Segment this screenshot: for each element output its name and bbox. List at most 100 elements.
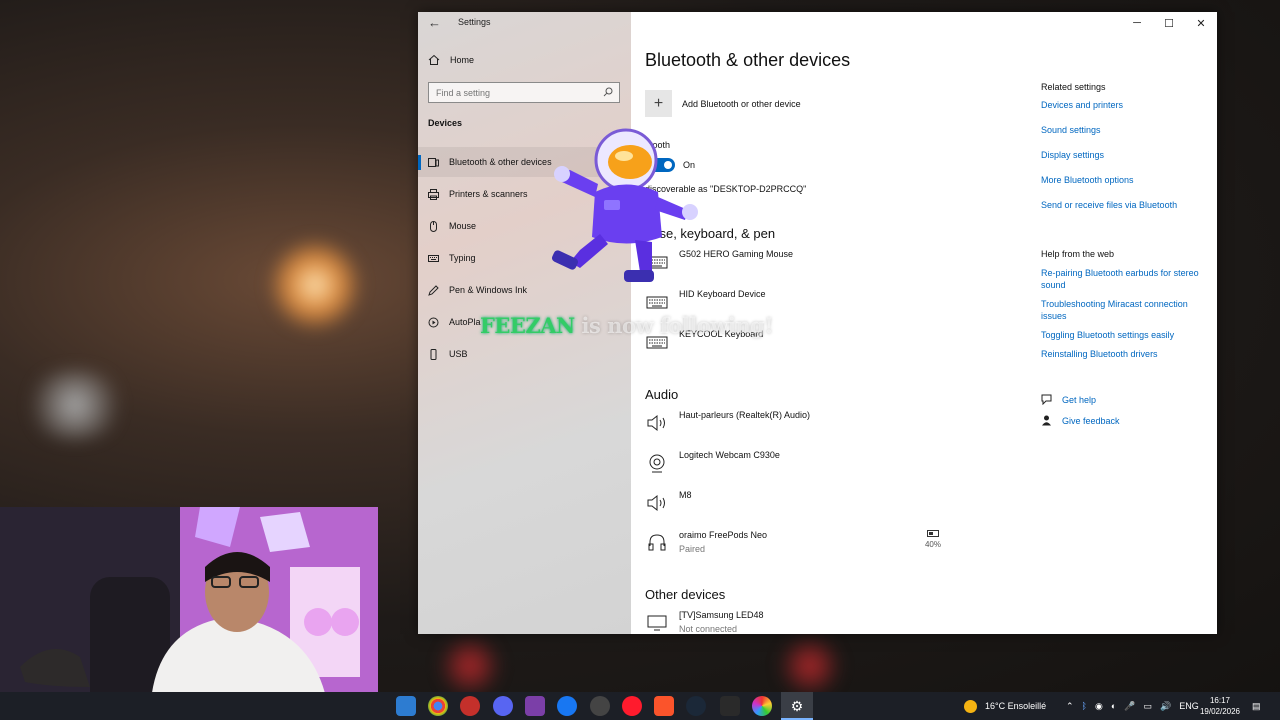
network-icon[interactable]: ▭ (1143, 701, 1152, 712)
clock-time: 16:17 (1209, 696, 1231, 705)
weather-text: 16°C Ensoleillé (985, 701, 1047, 711)
section-label: Devices (428, 118, 463, 128)
microphone-icon[interactable]: 🎤 (1124, 701, 1135, 712)
sun-icon (964, 699, 977, 713)
give-feedback-link[interactable]: Give feedback (1041, 415, 1120, 426)
device-name: Haut-parleurs (Realtek(R) Audio) (679, 410, 811, 420)
tray-app-icon[interactable]: ◐ (1111, 701, 1116, 711)
device-name: M8 (679, 490, 692, 500)
home-icon (428, 54, 440, 65)
bluetooth-devices-icon (428, 157, 439, 167)
sidebar-item-usb[interactable]: USB (418, 339, 631, 369)
settings-gear-icon[interactable]: ⚙ (787, 696, 807, 716)
speaker-icon (647, 494, 665, 512)
help-title: Help from the web (1041, 249, 1115, 259)
usb-icon (430, 348, 437, 360)
volume-icon[interactable]: 🔊 (1160, 701, 1171, 712)
device-item[interactable]: M8 (645, 490, 692, 514)
brave-app-icon[interactable] (654, 696, 674, 716)
device-item[interactable]: HID Keyboard Device (645, 289, 766, 313)
app-title: Settings (458, 17, 491, 27)
sidebar-item-label: AutoPla (449, 317, 481, 327)
obs-app-icon[interactable] (590, 696, 610, 716)
clock-date: 19/02/2026 (1199, 707, 1241, 716)
search-input[interactable] (436, 87, 596, 98)
give-feedback-label: Give feedback (1062, 415, 1120, 426)
related-link[interactable]: Display settings (1041, 150, 1211, 161)
sidebar-item-label: Printers & scanners (449, 189, 528, 199)
notification-center-icon: ▤ (1252, 700, 1261, 711)
feedback-icon (1042, 415, 1051, 426)
sidebar-item-label: Typing (449, 253, 476, 263)
window-controls: ─ ☐ ✕ (1121, 12, 1217, 34)
help-from-web: Help from the web Re-pairing Bluetooth e… (1041, 249, 1211, 367)
device-name: oraimo FreePods Neo (679, 530, 768, 540)
sidebar-item-label: Pen & Windows Ink (449, 285, 528, 295)
webcam-icon (649, 454, 665, 473)
astronaut-sticker (551, 128, 698, 282)
find-setting-search[interactable] (428, 82, 620, 103)
keyboard-icon (428, 254, 439, 262)
follow-alert: FEEZAN is now following! (480, 313, 774, 338)
device-item[interactable]: oraimo FreePods Neo Paired (645, 530, 767, 554)
device-name: [TV]Samsung LED48 (679, 610, 764, 620)
chat-help-icon (1041, 394, 1052, 405)
group-title-other-devices: Other devices (645, 587, 726, 602)
follow-text: is now following! (574, 313, 774, 338)
home-nav-item[interactable]: Home (428, 54, 474, 66)
device-item[interactable]: Logitech Webcam C930e (645, 450, 780, 474)
weather-widget[interactable]: 16°C Ensoleillé (964, 692, 1046, 720)
help-link[interactable]: Toggling Bluetooth settings easily (1041, 329, 1211, 341)
background-light (270, 240, 360, 330)
help-actions: Get help Give feedback (1041, 394, 1120, 436)
device-item[interactable]: Haut-parleurs (Realtek(R) Audio) (645, 410, 810, 434)
printer-icon (428, 188, 439, 200)
taskbar: ⚙ 16°C Ensoleillé ⌃ ᛒ ◉ ◐ 🎤 ▭ 🔊 ENG 16:1… (0, 692, 1280, 720)
related-link[interactable]: Sound settings (1041, 125, 1211, 136)
plus-icon: + (645, 90, 672, 117)
steam-app-icon[interactable] (686, 696, 706, 716)
system-tray: ⌃ ᛒ ◉ ◐ 🎤 ▭ 🔊 ENG (1066, 692, 1199, 720)
webcam-feed (0, 507, 378, 720)
rgb-app-icon[interactable] (752, 696, 772, 716)
app-w-icon[interactable] (525, 696, 545, 716)
taskbar-clock[interactable]: 16:17 19/02/2026 (1198, 695, 1242, 717)
related-link[interactable]: Devices and printers (1041, 100, 1211, 111)
bluetooth-tray-icon[interactable]: ᛒ (1082, 701, 1087, 711)
battery-icon (927, 530, 939, 537)
notification-icon[interactable]: ▤ (1252, 692, 1261, 720)
epic-games-app-icon[interactable] (720, 696, 740, 716)
search-icon[interactable] (603, 87, 613, 97)
chevron-up-icon[interactable]: ⌃ (1066, 701, 1074, 712)
device-name: Logitech Webcam C930e (679, 450, 780, 460)
sidebar-item-label: Mouse (449, 221, 477, 231)
mouse-icon (430, 220, 437, 232)
chrome-app-icon[interactable] (428, 696, 448, 716)
get-help-link[interactable]: Get help (1041, 394, 1120, 405)
related-link[interactable]: Send or receive files via Bluetooth (1041, 200, 1211, 211)
device-item[interactable]: [TV]Samsung LED48 Not connected (645, 610, 764, 634)
autoplay-icon (428, 317, 439, 327)
add-device-button[interactable]: + Add Bluetooth or other device (645, 90, 801, 117)
help-link[interactable]: Troubleshooting Miracast connection issu… (1041, 298, 1211, 322)
related-link[interactable]: More Bluetooth options (1041, 175, 1211, 186)
pen-icon (428, 284, 439, 296)
help-link[interactable]: Re-pairing Bluetooth earbuds for stereo … (1041, 267, 1211, 291)
youtube-app-icon[interactable] (460, 696, 480, 716)
maximize-button[interactable]: ☐ (1153, 12, 1185, 34)
monitor-icon (647, 615, 667, 631)
home-label: Home (450, 55, 475, 65)
webcam-scene (0, 507, 378, 720)
language-indicator[interactable]: ENG (1179, 701, 1199, 711)
close-button[interactable]: ✕ (1185, 12, 1217, 34)
back-arrow-icon[interactable]: ← (428, 16, 442, 30)
outlook-app-icon[interactable] (396, 696, 416, 716)
facebook-app-icon[interactable] (557, 696, 577, 716)
keyboard-icon (646, 296, 668, 309)
minimize-button[interactable]: ─ (1121, 12, 1153, 34)
background-figure (780, 636, 840, 696)
discord-app-icon[interactable] (493, 696, 513, 716)
help-link[interactable]: Reinstalling Bluetooth drivers (1041, 348, 1211, 360)
tray-app-icon[interactable]: ◉ (1095, 701, 1103, 712)
opera-app-icon[interactable] (622, 696, 642, 716)
